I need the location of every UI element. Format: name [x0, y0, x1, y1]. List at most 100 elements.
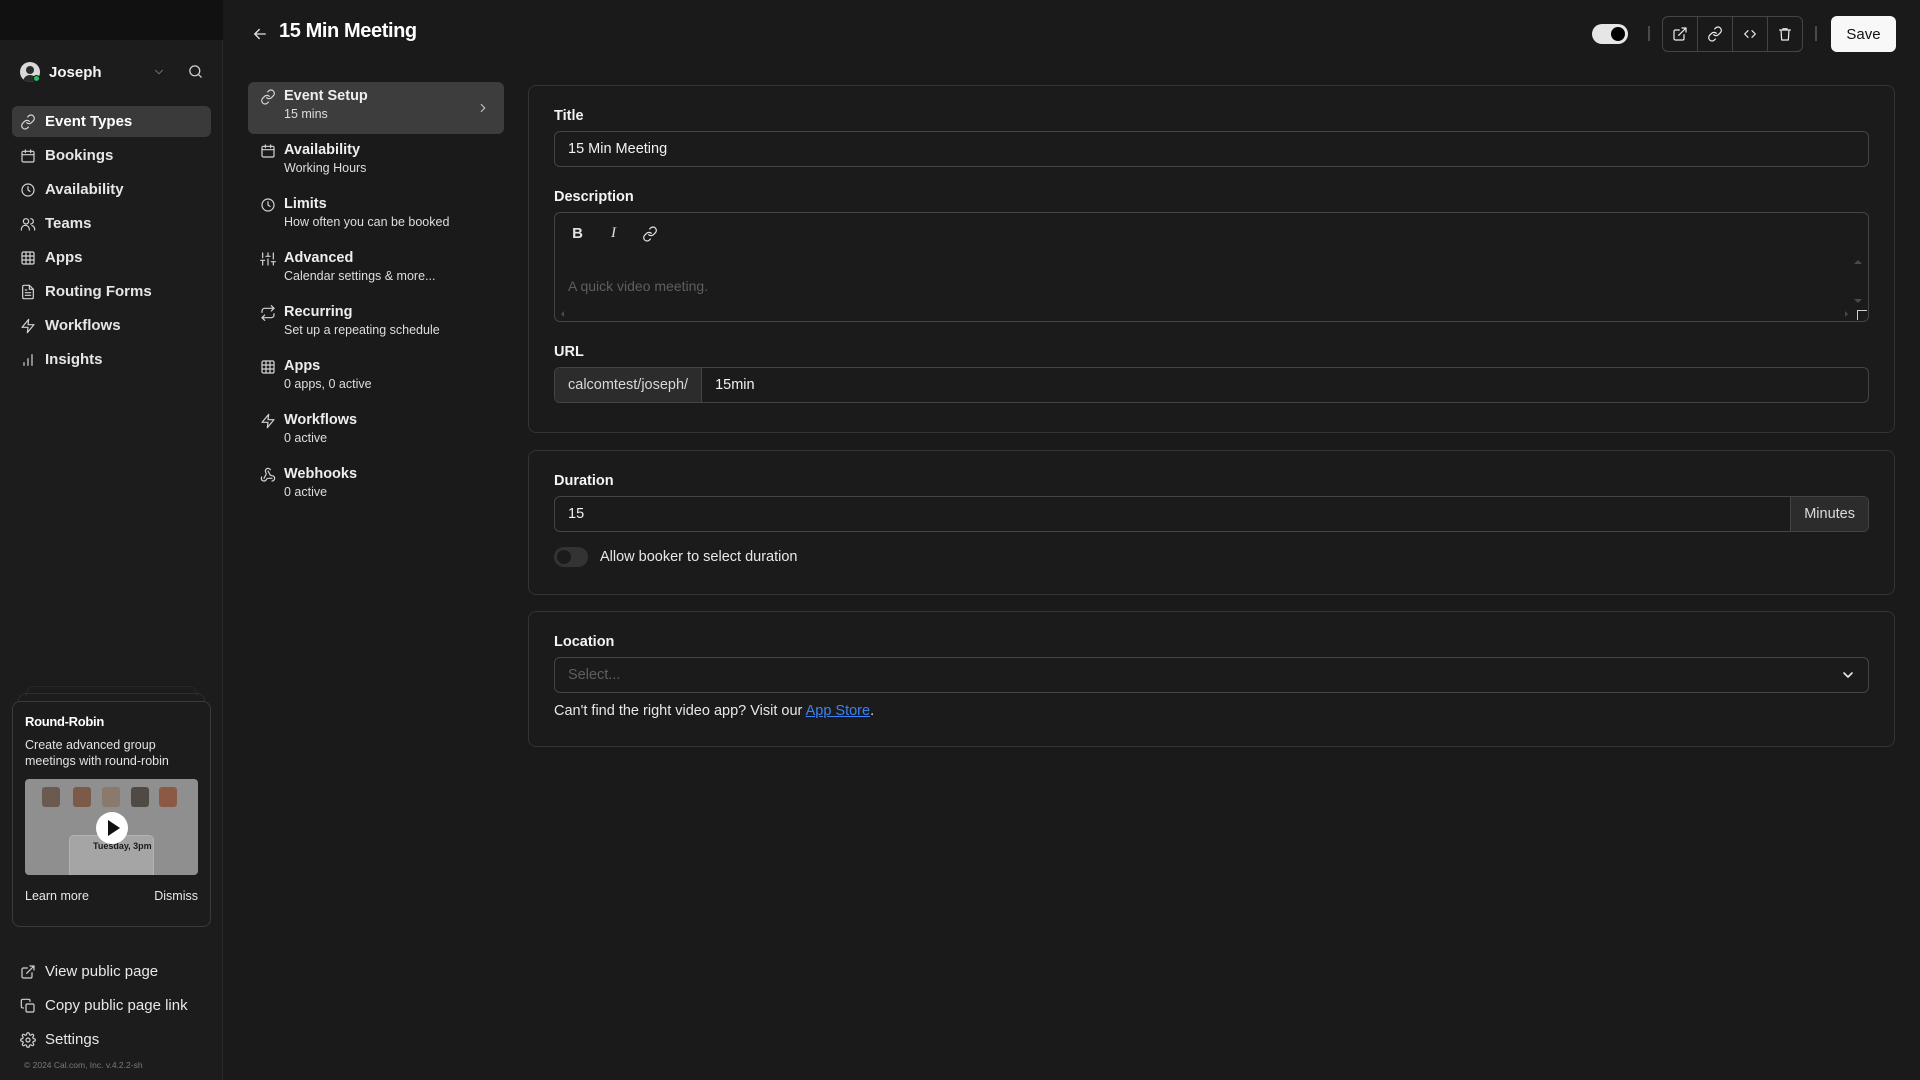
tab-description: Set up a repeating schedule — [284, 323, 440, 337]
description-editor[interactable]: B I A quick video meeting. — [554, 212, 1869, 322]
sidebar-item-label: Teams — [45, 215, 92, 232]
help-text-suffix: . — [870, 703, 875, 719]
delete-button[interactable] — [1768, 17, 1802, 51]
italic-button[interactable]: I — [605, 225, 622, 242]
file-text-icon — [22, 284, 34, 299]
link-icon — [642, 225, 657, 242]
sidebar-item-apps[interactable]: Apps — [12, 242, 211, 273]
zap-icon — [21, 318, 35, 333]
tab-description: 15 mins — [284, 107, 328, 121]
save-button[interactable]: Save — [1831, 16, 1896, 52]
scroll-up-arrow[interactable] — [1854, 260, 1862, 264]
tab-title: Availability — [284, 142, 361, 158]
tab-apps[interactable]: Apps 0 apps, 0 active — [248, 352, 504, 404]
sidebar-item-label: Bookings — [45, 147, 114, 164]
learn-more-link[interactable]: Learn more — [25, 889, 89, 903]
copy-link-button[interactable] — [1698, 17, 1733, 51]
thumbnail-avatar — [73, 787, 91, 807]
promo-video-thumbnail[interactable]: Tuesday, 3pm — [25, 779, 198, 875]
chevron-right-icon — [480, 103, 486, 113]
play-button[interactable] — [96, 812, 128, 844]
title-input[interactable]: 15 Min Meeting — [554, 131, 1869, 167]
thumbnail-caption: Tuesday, 3pm — [93, 841, 152, 851]
sidebar-item-label: Apps — [45, 249, 83, 266]
tab-availability[interactable]: Availability Working Hours — [248, 136, 504, 188]
view-public-page-link[interactable]: View public page — [12, 956, 211, 987]
copy-public-page-link[interactable]: Copy public page link — [12, 990, 211, 1021]
url-prefix: calcomtest/joseph/ — [555, 368, 703, 402]
settings-link[interactable]: Settings — [12, 1024, 211, 1055]
link-icon — [261, 89, 275, 105]
tab-limits[interactable]: Limits How often you can be booked — [248, 190, 504, 242]
tab-event-setup[interactable]: Event Setup 15 mins — [248, 82, 504, 134]
location-help-text: Can't find the right video app? Visit ou… — [554, 703, 1869, 719]
app-store-link[interactable]: App Store — [806, 703, 871, 719]
footer-item-label: View public page — [45, 963, 159, 980]
clock-icon — [21, 182, 35, 197]
scroll-down-arrow[interactable] — [1854, 299, 1862, 303]
description-label: Description — [554, 189, 634, 205]
tab-description: 0 active — [284, 485, 328, 499]
sliders-icon — [260, 252, 276, 266]
tab-title: Recurring — [284, 304, 353, 320]
tab-description: 0 apps, 0 active — [284, 377, 372, 391]
sidebar-item-insights[interactable]: Insights — [12, 344, 211, 375]
thumbnail-avatar — [131, 787, 149, 807]
sidebar-item-label: Workflows — [45, 317, 121, 334]
tab-advanced[interactable]: Advanced Calendar settings & more... — [248, 244, 504, 296]
user-menu[interactable]: Joseph — [20, 60, 210, 84]
tab-title: Event Setup — [284, 88, 368, 104]
sidebar-footer: View public page Copy public page link S… — [12, 956, 211, 1058]
tab-title: Webhooks — [284, 466, 358, 482]
embed-button[interactable] — [1733, 17, 1768, 51]
allow-booker-row: Allow booker to select duration — [554, 547, 1869, 567]
scroll-right-arrow[interactable] — [1845, 311, 1848, 317]
sidebar-item-availability[interactable]: Availability — [12, 174, 211, 205]
sidebar-item-label: Availability — [45, 181, 124, 198]
hide-from-profile-toggle[interactable] — [1592, 24, 1628, 44]
tab-description: Working Hours — [284, 161, 367, 175]
sidebar-item-label: Insights — [45, 351, 103, 368]
sidebar-item-routing-forms[interactable]: Routing Forms — [12, 276, 211, 307]
thumbnail-avatar — [102, 787, 120, 807]
preview-button[interactable] — [1663, 17, 1698, 51]
calendar-icon — [261, 144, 275, 158]
tab-recurring[interactable]: Recurring Set up a repeating schedule — [248, 298, 504, 350]
promo-title: Round-Robin — [25, 714, 105, 729]
basic-info-card: Title 15 Min Meeting Description B I A q… — [528, 85, 1895, 433]
sidebar-item-teams[interactable]: Teams — [12, 208, 211, 239]
allow-booker-toggle[interactable] — [554, 547, 588, 567]
back-arrow-icon[interactable] — [251, 25, 269, 43]
external-link-icon — [1673, 27, 1687, 41]
link-icon — [21, 113, 35, 130]
sidebar-item-bookings[interactable]: Bookings — [12, 140, 211, 171]
duration-input[interactable]: 15 — [555, 506, 584, 522]
tab-webhooks[interactable]: Webhooks 0 active — [248, 460, 504, 512]
dismiss-button[interactable]: Dismiss — [154, 889, 198, 903]
scroll-left-arrow[interactable] — [561, 311, 564, 317]
location-card: Location Select... Can't find the right … — [528, 611, 1895, 747]
grid-icon — [261, 360, 275, 374]
location-label: Location — [554, 634, 615, 650]
sidebar-item-workflows[interactable]: Workflows — [12, 310, 211, 341]
tab-description: Calendar settings & more... — [284, 269, 436, 283]
description-placeholder: A quick video meeting. — [568, 278, 709, 294]
bold-button[interactable]: B — [569, 225, 586, 242]
tab-title: Advanced — [284, 250, 354, 266]
gear-icon — [20, 1031, 36, 1048]
location-select[interactable]: Select... — [554, 657, 1869, 693]
event-actions-group — [1662, 16, 1803, 52]
search-icon[interactable] — [187, 63, 204, 80]
sidebar-item-event-types[interactable]: Event Types — [12, 106, 211, 137]
chevron-down-icon — [1840, 667, 1856, 683]
footer-item-label: Settings — [45, 1031, 100, 1048]
trash-icon — [1779, 28, 1791, 41]
duration-label: Duration — [554, 473, 614, 489]
link-button[interactable] — [641, 225, 658, 242]
editor-toolbar: B I — [569, 225, 658, 242]
resize-handle[interactable] — [1857, 310, 1867, 320]
sidebar-item-label: Event Types — [45, 113, 133, 130]
tab-workflows[interactable]: Workflows 0 active — [248, 406, 504, 458]
chevron-down-icon — [152, 65, 166, 79]
url-slug-input[interactable]: 15min — [702, 377, 755, 393]
